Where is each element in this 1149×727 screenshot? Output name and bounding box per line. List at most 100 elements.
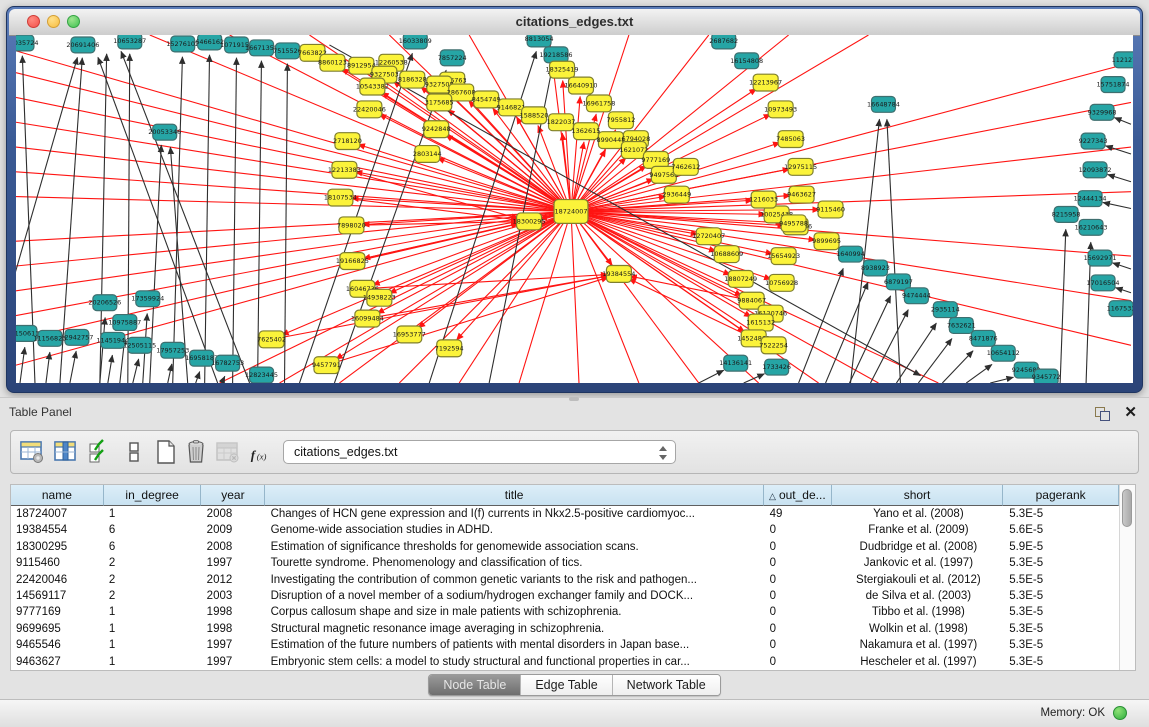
network-node[interactable]: 12213383 [328, 161, 361, 178]
column-selector-icon[interactable] [53, 439, 79, 465]
column-header-pagerank[interactable]: pagerank [1003, 485, 1119, 506]
network-node[interactable]: 18300295 [513, 213, 546, 230]
table-row[interactable]: 969969511998Structural magnetic resonanc… [11, 621, 1120, 637]
network-node[interactable]: 16154808 [730, 53, 763, 69]
new-table-icon[interactable] [153, 439, 179, 465]
table-row[interactable]: 946554611997Estimation of the future num… [11, 637, 1120, 653]
network-node[interactable]: 3175685 [425, 94, 454, 111]
network-node[interactable]: 7485063 [776, 131, 805, 148]
network-node[interactable]: 9115460 [816, 201, 845, 218]
network-node[interactable]: 20691406 [66, 37, 99, 53]
network-node[interactable]: 2718120 [333, 133, 362, 150]
network-node[interactable]: 10975887 [108, 315, 141, 331]
network-node[interactable]: 2687682 [709, 35, 738, 49]
tab-network-table[interactable]: Network Table [613, 675, 720, 695]
network-node[interactable]: 9463627 [787, 186, 816, 203]
network-node[interactable]: 8860123 [318, 54, 347, 71]
network-node[interactable]: 7522254 [759, 337, 788, 354]
table-selector-dropdown[interactable]: citations_edges.txt [283, 440, 676, 464]
column-header-short[interactable]: short [832, 485, 1004, 506]
network-node[interactable]: 8471876 [969, 330, 998, 346]
column-header-year[interactable]: year [201, 485, 265, 506]
network-node[interactable]: 9495788 [779, 215, 808, 232]
network-node[interactable]: 8215958 [1052, 207, 1081, 223]
network-node[interactable]: 7857224 [438, 50, 467, 66]
network-canvas[interactable]: 2403572420691406106532871527610264661621… [16, 35, 1133, 383]
network-node[interactable]: 9899695 [812, 233, 841, 250]
network-node[interactable]: 1588520 [520, 107, 549, 124]
network-node[interactable]: 8813054 [525, 35, 554, 47]
network-node[interactable]: 18107534 [324, 189, 357, 206]
network-node[interactable]: 19218586 [540, 47, 573, 63]
network-node[interactable]: 9474444 [902, 288, 931, 304]
network-node[interactable]: 10756928 [765, 274, 798, 291]
network-node[interactable]: 14938223 [363, 289, 396, 306]
column-header-in_degree[interactable]: in_degree [104, 485, 202, 506]
network-node[interactable]: 12444134 [1074, 191, 1107, 207]
network-node[interactable]: 7632621 [947, 318, 976, 334]
network-node[interactable]: 9227343 [1079, 133, 1108, 149]
table-row[interactable]: 2242004622012Investigating the contribut… [11, 572, 1120, 588]
network-node[interactable]: 8938923 [861, 260, 890, 276]
window-titlebar[interactable]: citations_edges.txt [9, 9, 1140, 36]
network-node[interactable]: 9242848 [422, 121, 451, 138]
network-node[interactable]: 24035724 [16, 35, 38, 51]
network-node[interactable]: 2803144 [413, 146, 442, 163]
network-node[interactable]: 1640994 [836, 246, 865, 262]
function-builder-icon[interactable]: f(x) [249, 442, 275, 468]
network-node[interactable]: 16782753 [211, 355, 244, 371]
vertical-scrollbar[interactable] [1119, 485, 1135, 670]
table-row[interactable]: 946362711997Embryonic stem cells: a mode… [11, 654, 1120, 670]
network-node[interactable]: 16033809 [399, 35, 432, 49]
network-node[interactable]: 1615132 [746, 314, 775, 331]
network-node[interactable]: 7955812 [606, 112, 635, 129]
network-node[interactable]: 15276102 [166, 36, 199, 52]
network-node[interactable]: 12505115 [123, 337, 156, 353]
network-node[interactable]: 17359924 [131, 291, 164, 307]
column-header-title[interactable]: title [265, 485, 764, 506]
network-node[interactable]: 15692971 [1084, 250, 1117, 266]
network-node[interactable]: 2935114 [931, 302, 960, 318]
network-node[interactable]: 15751874 [1097, 77, 1130, 93]
network-node[interactable]: 1121270 [1112, 52, 1133, 68]
table-row[interactable]: 911546021997Tourette syndrome. Phenomeno… [11, 555, 1120, 571]
table-mode-icon[interactable] [19, 439, 45, 465]
network-node[interactable]: 7898020 [337, 217, 366, 234]
network-node[interactable]: 18724007 [554, 200, 588, 224]
float-panel-icon[interactable] [1095, 407, 1109, 420]
network-node[interactable]: 18807249 [724, 270, 757, 287]
network-node[interactable]: 12975115 [784, 158, 817, 175]
network-node[interactable]: 9329968 [1088, 104, 1117, 120]
unselect-all-icon[interactable] [121, 439, 147, 465]
network-node[interactable]: 16648784 [867, 96, 900, 112]
network-node[interactable]: 10543382 [356, 78, 389, 95]
delete-table-icon[interactable] [183, 439, 209, 465]
tab-node-table[interactable]: Node Table [429, 675, 521, 695]
network-node[interactable]: 9457791 [312, 357, 341, 374]
column-header-out_de[interactable]: △out_de... [764, 485, 832, 506]
network-node[interactable]: 12093872 [1079, 162, 1112, 178]
network-node[interactable]: 7462612 [671, 158, 700, 175]
network-node[interactable]: 10654112 [987, 345, 1020, 361]
network-node[interactable]: 14136141 [719, 355, 752, 371]
network-node[interactable]: 17016504 [1087, 275, 1120, 291]
network-node[interactable]: 11156823 [33, 330, 66, 346]
network-node[interactable]: 2936449 [662, 186, 691, 203]
network-node[interactable]: 1216033 [749, 191, 778, 208]
network-node[interactable]: 16953777 [393, 326, 426, 343]
network-node[interactable]: 16210643 [1075, 219, 1108, 235]
table-row[interactable]: 1456911722003Disruption of a novel membe… [11, 588, 1120, 604]
network-node[interactable]: 16640910 [565, 77, 598, 94]
network-node[interactable]: 10688609 [710, 246, 743, 263]
network-node[interactable]: 10973493 [764, 101, 797, 118]
network-node[interactable]: 7625402 [257, 331, 286, 348]
network-node[interactable]: 12823445 [245, 367, 278, 383]
memory-status-indicator-icon[interactable] [1113, 706, 1127, 720]
table-row[interactable]: 1830029562008Estimation of significance … [11, 539, 1120, 555]
network-node[interactable]: 18325419 [546, 61, 579, 78]
network-node[interactable]: 7192594 [435, 340, 464, 357]
network-node[interactable]: 16099484 [351, 310, 384, 327]
network-node[interactable]: 20053346 [148, 124, 181, 140]
network-node[interactable]: 16961758 [582, 95, 615, 112]
tab-edge-table[interactable]: Edge Table [521, 675, 612, 695]
